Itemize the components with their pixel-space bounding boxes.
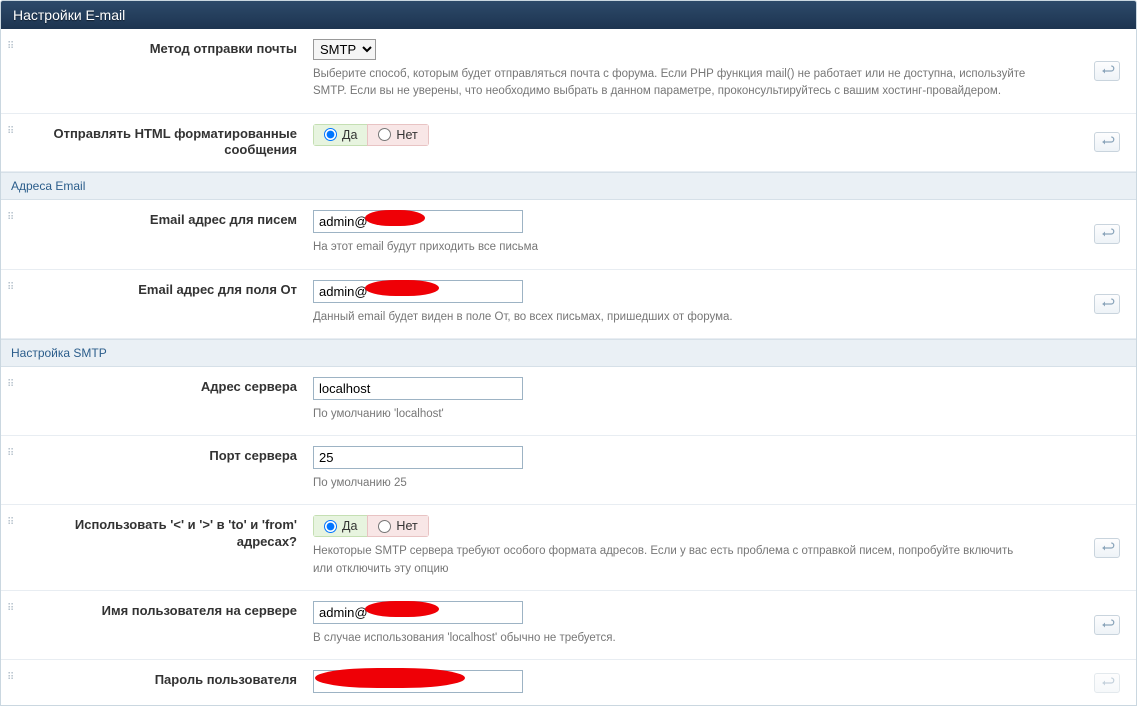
input-smtp-host[interactable] [313, 377, 523, 400]
help-smtp-port: По умолчанию 25 [313, 475, 1033, 492]
row-smtp-pass: ⠿ Пароль пользователя [1, 660, 1136, 705]
help-email-from: Данный email будет виден в поле От, во в… [313, 309, 1033, 326]
revert-icon[interactable] [1094, 294, 1120, 314]
section-addresses: Адреса Email [1, 172, 1136, 200]
radio-angle-yes[interactable]: Да [313, 515, 368, 537]
row-mail-method: ⠿ Метод отправки почты SMTP Выберите спо… [1, 29, 1136, 114]
redaction [365, 280, 439, 296]
drag-handle[interactable]: ⠿ [7, 124, 23, 136]
drag-handle[interactable]: ⠿ [7, 377, 23, 389]
drag-handle[interactable]: ⠿ [7, 601, 23, 613]
revert-icon[interactable] [1094, 132, 1120, 152]
drag-handle[interactable]: ⠿ [7, 670, 23, 682]
revert-icon[interactable] [1094, 615, 1120, 635]
label-mail-method: Метод отправки почты [23, 39, 313, 58]
row-use-angle: ⠿ Использовать '<' и '>' в 'to' и 'from'… [1, 505, 1136, 591]
revert-icon[interactable] [1094, 61, 1120, 81]
drag-handle[interactable]: ⠿ [7, 515, 23, 527]
row-html-mail: ⠿ Отправлять HTML форматированные сообще… [1, 114, 1136, 173]
drag-handle[interactable]: ⠿ [7, 280, 23, 292]
label-use-angle: Использовать '<' и '>' в 'to' и 'from' а… [23, 515, 313, 551]
panel-title: Настройки E-mail [1, 1, 1136, 29]
drag-handle[interactable]: ⠿ [7, 210, 23, 222]
help-use-angle: Некоторые SMTP сервера требуют особого ф… [313, 543, 1033, 578]
section-smtp: Настройка SMTP [1, 339, 1136, 367]
row-email-to: ⠿ Email адрес для писем На этот email бу… [1, 200, 1136, 269]
label-smtp-user: Имя пользователя на сервере [23, 601, 313, 620]
revert-icon[interactable] [1094, 673, 1120, 693]
label-email-to: Email адрес для писем [23, 210, 313, 229]
revert-icon[interactable] [1094, 224, 1120, 244]
revert-icon[interactable] [1094, 538, 1120, 558]
radio-angle-no[interactable]: Нет [367, 515, 428, 537]
help-mail-method: Выберите способ, которым будет отправлят… [313, 66, 1033, 101]
row-email-from: ⠿ Email адрес для поля От Данный email б… [1, 270, 1136, 339]
drag-handle[interactable]: ⠿ [7, 39, 23, 51]
label-html-mail: Отправлять HTML форматированные сообщени… [23, 124, 313, 160]
select-mail-method[interactable]: SMTP [313, 39, 376, 60]
redaction [365, 601, 439, 617]
help-smtp-host: По умолчанию 'localhost' [313, 406, 1033, 423]
radio-html-yes[interactable]: Да [313, 124, 368, 146]
input-smtp-port[interactable] [313, 446, 523, 469]
row-smtp-port: ⠿ Порт сервера По умолчанию 25 [1, 436, 1136, 505]
label-smtp-port: Порт сервера [23, 446, 313, 465]
row-smtp-user: ⠿ Имя пользователя на сервере В случае и… [1, 591, 1136, 660]
help-smtp-user: В случае использования 'localhost' обычн… [313, 630, 1033, 647]
label-smtp-host: Адрес сервера [23, 377, 313, 396]
radio-html-no[interactable]: Нет [367, 124, 428, 146]
label-email-from: Email адрес для поля От [23, 280, 313, 299]
redaction [365, 210, 425, 226]
help-email-to: На этот email будут приходить все письма [313, 239, 1033, 256]
row-smtp-host: ⠿ Адрес сервера По умолчанию 'localhost' [1, 367, 1136, 436]
redaction [315, 668, 465, 688]
drag-handle[interactable]: ⠿ [7, 446, 23, 458]
